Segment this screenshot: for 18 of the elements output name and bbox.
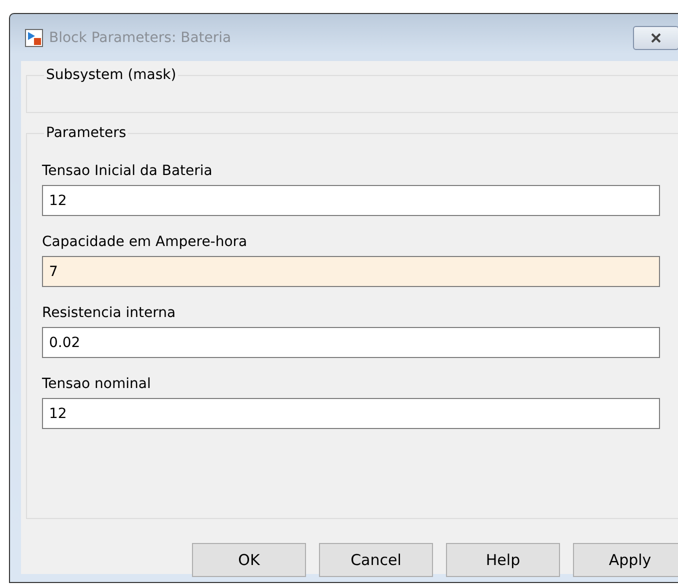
field-label: Resistencia interna xyxy=(42,305,177,321)
input-field[interactable]: 12 xyxy=(42,398,660,429)
field-label: Tensao Inicial da Bateria xyxy=(42,163,214,179)
window-title: Block Parameters: Bateria xyxy=(49,30,232,46)
dialog-button[interactable]: Help xyxy=(446,543,560,577)
close-button[interactable] xyxy=(633,26,678,50)
dialog-button[interactable]: Cancel xyxy=(319,543,433,577)
field-label: Tensao nominal xyxy=(42,376,152,392)
input-field[interactable]: 12 xyxy=(42,185,660,216)
input-field[interactable]: 0.02 xyxy=(42,327,660,358)
group-title: Parameters xyxy=(45,125,128,141)
group-title: Subsystem (mask) xyxy=(45,67,178,83)
dialog-button[interactable]: OK xyxy=(192,543,306,577)
input-field[interactable]: 7 xyxy=(42,256,660,287)
block-icon xyxy=(25,28,43,46)
dialog-button[interactable]: Apply xyxy=(573,543,678,577)
close-icon xyxy=(650,32,662,42)
field-label: Capacidade em Ampere-hora xyxy=(42,234,248,250)
